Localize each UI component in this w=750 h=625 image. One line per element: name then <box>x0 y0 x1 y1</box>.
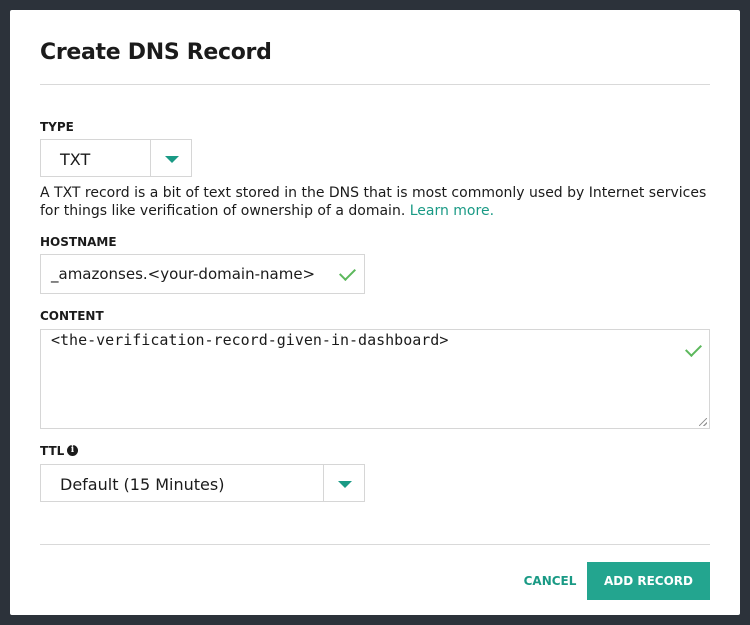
dialog-title: Create DNS Record <box>40 40 272 65</box>
ttl-select[interactable]: Default (15 Minutes) <box>40 464 365 502</box>
ttl-select-toggle[interactable] <box>323 465 364 501</box>
content-textarea[interactable]: <the-verification-record-given-in-dashbo… <box>40 329 710 429</box>
content-textarea-value: <the-verification-record-given-in-dashbo… <box>51 331 449 349</box>
header-divider <box>40 84 710 85</box>
ttl-select-value: Default (15 Minutes) <box>60 475 225 494</box>
add-record-button[interactable]: ADD RECORD <box>587 562 710 600</box>
ttl-label: TTL <box>40 444 65 458</box>
chevron-down-icon <box>338 481 352 488</box>
footer-divider <box>40 544 710 545</box>
chevron-down-icon <box>165 156 179 163</box>
type-select[interactable]: TXT <box>40 139 192 177</box>
content-label: CONTENT <box>40 309 104 323</box>
check-icon <box>339 264 356 281</box>
cancel-button[interactable]: CANCEL <box>520 563 580 598</box>
hostname-label: HOSTNAME <box>40 235 117 249</box>
type-help-description: A TXT record is a bit of text stored in … <box>40 185 707 219</box>
resize-handle[interactable] <box>699 418 707 426</box>
type-select-toggle[interactable] <box>150 140 191 176</box>
type-label: TYPE <box>40 120 74 134</box>
type-help-text: A TXT record is a bit of text stored in … <box>40 184 720 220</box>
hostname-input-value: _amazonses.<your-domain-name> <box>51 265 316 283</box>
type-select-value: TXT <box>60 150 91 169</box>
learn-more-link[interactable]: Learn more. <box>410 203 494 219</box>
info-icon[interactable]: i <box>67 445 78 456</box>
hostname-input[interactable]: _amazonses.<your-domain-name> <box>40 254 365 294</box>
check-icon <box>685 340 702 357</box>
create-dns-record-dialog: Create DNS Record TYPE TXT A TXT record … <box>10 10 740 615</box>
